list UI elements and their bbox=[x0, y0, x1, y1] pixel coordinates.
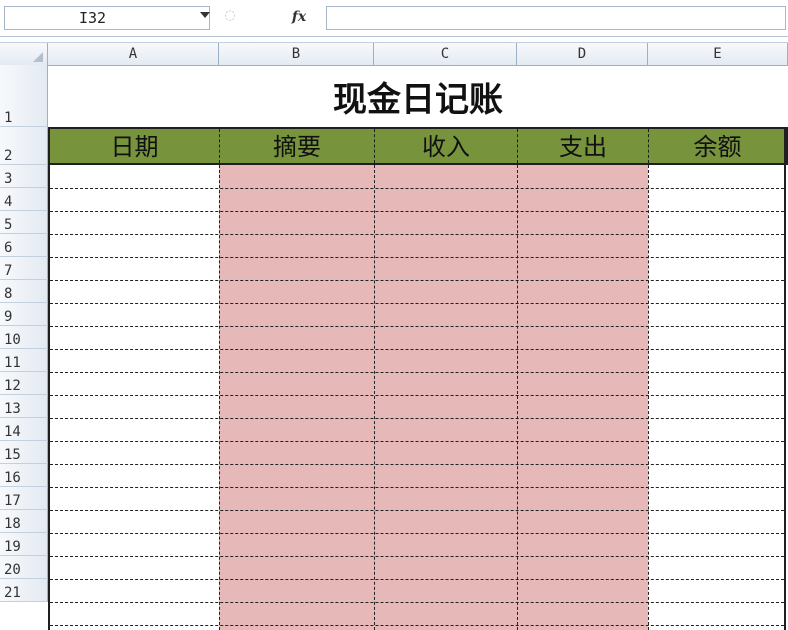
row-gridline bbox=[50, 579, 784, 580]
row-gridline bbox=[50, 257, 784, 258]
row-header-17[interactable]: 17 bbox=[0, 487, 48, 510]
row-gridline bbox=[50, 211, 784, 212]
row-header-13[interactable]: 13 bbox=[0, 395, 48, 418]
row-gridline bbox=[50, 487, 784, 488]
row-gridline bbox=[50, 510, 784, 511]
row-header-12[interactable]: 12 bbox=[0, 372, 48, 395]
row-header-4[interactable]: 4 bbox=[0, 188, 48, 211]
row-header-1[interactable]: 1 bbox=[0, 65, 48, 127]
row-header-15[interactable]: 15 bbox=[0, 441, 48, 464]
table-left-border bbox=[48, 165, 50, 630]
formula-bar: I32 ◌ fx bbox=[0, 0, 788, 37]
row-gridline bbox=[50, 418, 784, 419]
header-cell-balance[interactable]: 余额 bbox=[648, 129, 786, 163]
select-all-triangle-icon bbox=[33, 52, 43, 62]
name-box[interactable]: I32 bbox=[4, 6, 210, 30]
row-header-16[interactable]: 16 bbox=[0, 464, 48, 487]
header-cell-date[interactable]: 日期 bbox=[50, 129, 219, 163]
header-cell-expense[interactable]: 支出 bbox=[517, 129, 648, 163]
row-gridline bbox=[50, 395, 784, 396]
column-header-c[interactable]: C bbox=[374, 43, 517, 65]
row-header-20[interactable]: 20 bbox=[0, 556, 48, 579]
row-gridline bbox=[50, 464, 784, 465]
column-header-e[interactable]: E bbox=[648, 43, 788, 65]
row-header-6[interactable]: 6 bbox=[0, 234, 48, 257]
header-cell-income[interactable]: 收入 bbox=[374, 129, 517, 163]
table-header-row: 日期 摘要 收入 支出 余额 bbox=[48, 127, 788, 165]
sheet-title-cell[interactable]: 现金日记账 bbox=[48, 65, 788, 127]
row-header-14[interactable]: 14 bbox=[0, 418, 48, 441]
row-gridline bbox=[50, 602, 784, 603]
table-right-border bbox=[784, 127, 786, 630]
row-gridline bbox=[50, 326, 784, 327]
row-header-2[interactable]: 2 bbox=[0, 127, 48, 165]
row-gridline bbox=[50, 349, 784, 350]
row-header-9[interactable]: 9 bbox=[0, 303, 48, 326]
column-header-row: A B C D E bbox=[0, 42, 788, 66]
row-header-7[interactable]: 7 bbox=[0, 257, 48, 280]
row-header-5[interactable]: 5 bbox=[0, 211, 48, 234]
row-header-19[interactable]: 19 bbox=[0, 533, 48, 556]
row-gridline bbox=[50, 303, 784, 304]
column-header-d[interactable]: D bbox=[517, 43, 648, 65]
column-header-a[interactable]: A bbox=[48, 43, 219, 65]
row-gridline bbox=[50, 372, 784, 373]
row-header-18[interactable]: 18 bbox=[0, 510, 48, 533]
chevron-down-icon[interactable] bbox=[200, 12, 210, 18]
row-gridline bbox=[50, 556, 784, 557]
insert-function-button[interactable]: fx bbox=[284, 6, 314, 28]
row-gridline bbox=[50, 441, 784, 442]
select-all-button[interactable] bbox=[0, 43, 48, 65]
row-gridline bbox=[50, 625, 784, 626]
formula-input[interactable] bbox=[326, 6, 786, 30]
circle-icon[interactable]: ◌ bbox=[222, 8, 238, 24]
row-gridline bbox=[50, 280, 784, 281]
row-header-8[interactable]: 8 bbox=[0, 280, 48, 303]
row-gridline bbox=[50, 188, 784, 189]
row-gridline bbox=[50, 533, 784, 534]
column-header-b[interactable]: B bbox=[219, 43, 374, 65]
header-cell-summary[interactable]: 摘要 bbox=[219, 129, 374, 163]
row-header-3[interactable]: 3 bbox=[0, 165, 48, 188]
row-gridline bbox=[50, 234, 784, 235]
row-header-11[interactable]: 11 bbox=[0, 349, 48, 372]
row-header-21[interactable]: 21 bbox=[0, 579, 48, 602]
row-header-10[interactable]: 10 bbox=[0, 326, 48, 349]
